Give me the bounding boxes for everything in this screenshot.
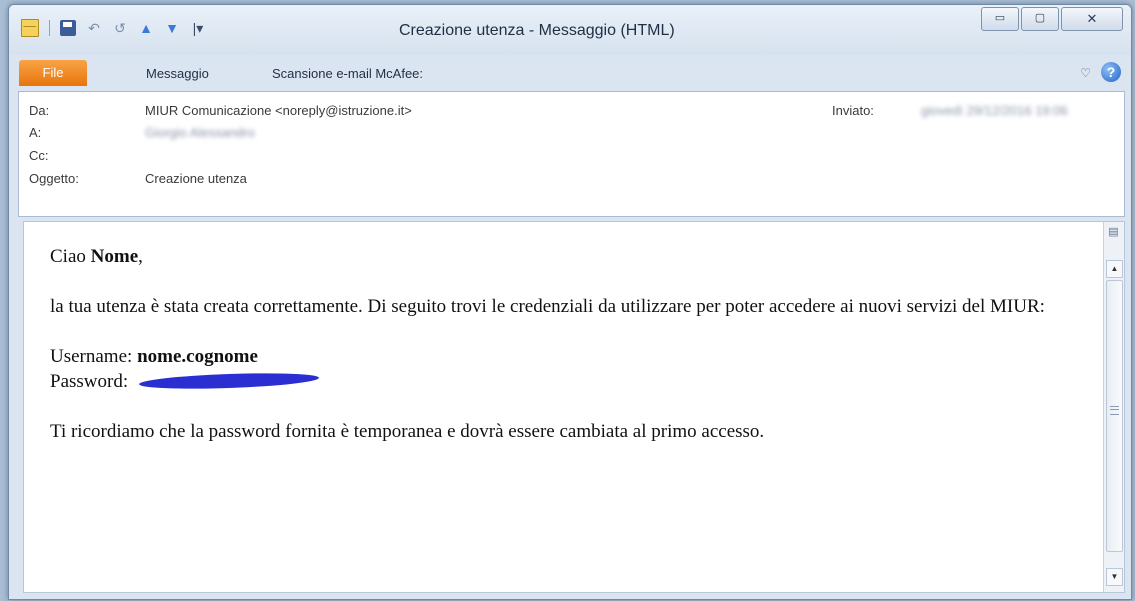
quick-access-toolbar: ↶ ↺ ▲ ▼ |▾ [21, 19, 206, 37]
username-label: Username: [50, 346, 138, 367]
tab-mcafee-scan[interactable]: Scansione e-mail McAfee: [272, 66, 423, 81]
tab-file[interactable]: File [19, 60, 87, 86]
customize-qat-icon[interactable]: |▾ [190, 20, 206, 36]
footer-paragraph: Ti ricordiamo che la password fornita è … [50, 421, 765, 442]
subject-label: Oggetto: [29, 171, 79, 186]
minimize-ribbon-icon[interactable]: ♡ [1080, 66, 1091, 80]
sent-value: giovedì 29/12/2016 19:06 [921, 103, 1068, 118]
message-header: Da: MIUR Comunicazione <noreply@istruzio… [18, 91, 1125, 217]
scroll-up-button[interactable]: ▲ [1106, 260, 1123, 278]
scroll-thumb[interactable] [1106, 280, 1123, 552]
from-label: Da: [29, 103, 50, 118]
message-body: Ciao Nome, la tua utenza è stata creata … [23, 221, 1125, 593]
close-button[interactable]: ✕ [1061, 7, 1123, 31]
message-content: Ciao Nome, la tua utenza è stata creata … [50, 244, 1090, 444]
password-label: Password: [50, 371, 133, 392]
next-item-icon[interactable]: ▼ [164, 20, 180, 36]
subject-value: Creazione utenza [145, 171, 247, 186]
to-row: A: Giorgio Alessandro [19, 125, 1124, 145]
ribbon-tabs: File Messaggio Scansione e-mail McAfee: … [9, 57, 1131, 89]
qat-separator [49, 20, 50, 36]
scroll-grip-icon [1110, 406, 1119, 415]
intro-paragraph: la tua utenza è stata creata correttamen… [50, 296, 1045, 317]
greeting-prefix: Ciao [50, 246, 91, 267]
sent-label: Inviato: [832, 103, 874, 118]
title-bar: ↶ ↺ ▲ ▼ |▾ Creazione utenza - Messaggio … [9, 5, 1131, 55]
scroll-down-button[interactable]: ▼ [1106, 568, 1123, 586]
greeting-name: Nome [90, 246, 139, 267]
to-label: A: [29, 125, 42, 140]
minimize-button[interactable]: ▭ [981, 7, 1019, 31]
greeting-line: Ciao Nome, [50, 244, 1090, 269]
to-value[interactable]: Giorgio Alessandro [145, 125, 255, 140]
undo-icon[interactable]: ↶ [86, 20, 102, 36]
subject-row: Oggetto: Creazione utenza [19, 171, 1124, 191]
vertical-scrollbar[interactable]: ▤ ▲ ▼ [1103, 222, 1124, 592]
maximize-button[interactable]: ▢ [1021, 7, 1059, 31]
cc-label: Cc: [29, 148, 49, 163]
save-icon[interactable] [60, 20, 76, 36]
message-window: ↶ ↺ ▲ ▼ |▾ Creazione utenza - Messaggio … [8, 4, 1132, 600]
tab-messaggio[interactable]: Messaggio [146, 66, 209, 81]
mail-icon [21, 19, 39, 37]
previous-item-icon[interactable]: ▲ [138, 20, 154, 36]
username-line: Username: nome.cognome [50, 344, 1090, 369]
password-redaction [138, 370, 320, 392]
from-value[interactable]: MIUR Comunicazione <noreply@istruzione.i… [145, 103, 412, 118]
redo-icon[interactable]: ↺ [112, 20, 128, 36]
password-line: Password: [50, 369, 1090, 394]
window-controls: ▭ ▢ ✕ [981, 7, 1123, 31]
window-title: Creazione utenza - Messaggio (HTML) [399, 22, 675, 39]
username-value: nome.cognome [137, 346, 258, 367]
greeting-suffix: , [138, 246, 143, 267]
reading-pane-icon[interactable]: ▤ [1107, 225, 1120, 241]
help-icon[interactable]: ? [1101, 62, 1121, 82]
cc-row: Cc: [19, 148, 1124, 168]
